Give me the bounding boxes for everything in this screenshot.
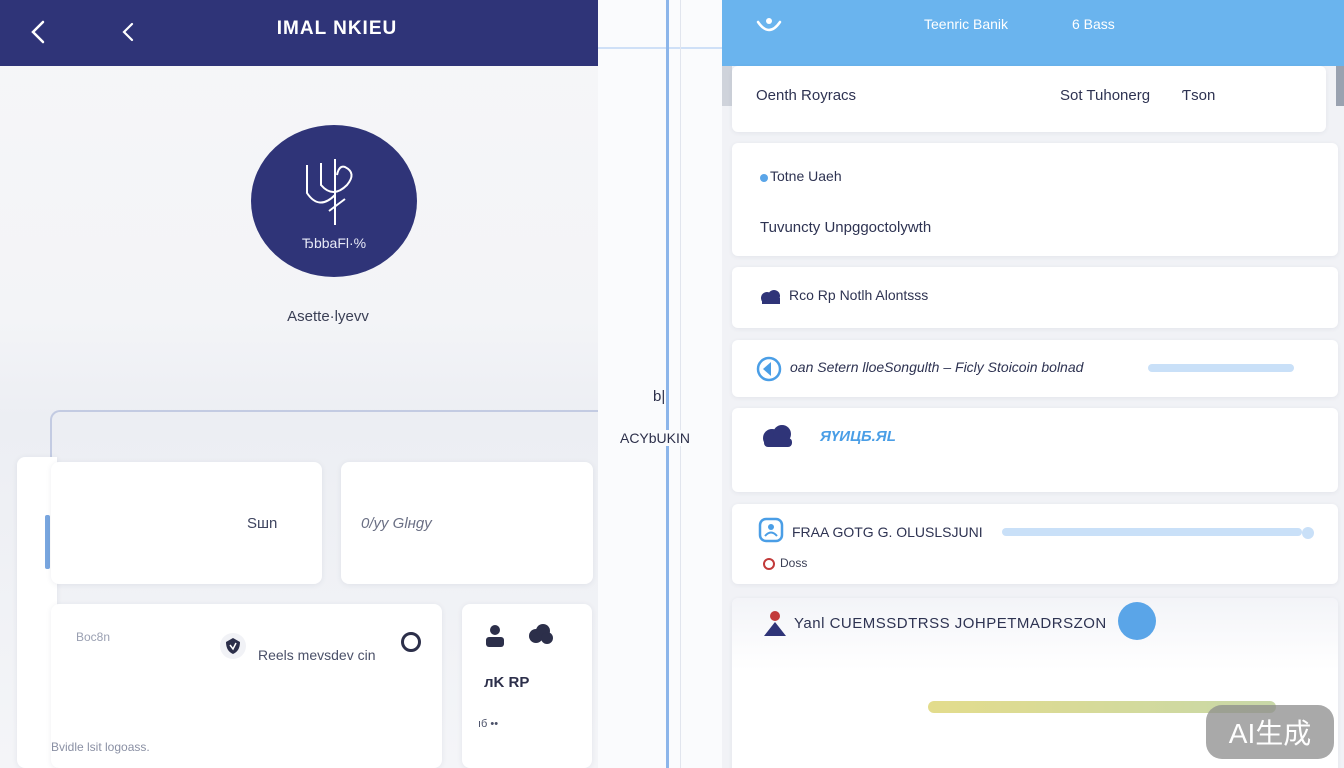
selection-marker: [45, 515, 50, 569]
left-header: IMAL NKIEU: [0, 0, 598, 66]
progress-bar: [1002, 528, 1302, 536]
list-item[interactable]: Rco Rp Notlh Alontsss: [732, 267, 1338, 328]
back-button[interactable]: [20, 14, 56, 50]
cloud-icon: [761, 290, 780, 304]
divider-line: [680, 0, 681, 768]
logo-icon: [306, 159, 353, 225]
watermark-badge: AI生成: [1206, 705, 1334, 759]
list-item[interactable]: oan Setern lloeSongulth – Ficly Stoicoin…: [732, 340, 1338, 397]
list-item-label: ЯҮИЦБ.ЯL: [820, 428, 896, 445]
guide-label: ACYbUKIN: [600, 430, 710, 446]
vertical-guide[interactable]: [666, 0, 669, 768]
avatar[interactable]: ЂbbaFl·%: [251, 125, 417, 277]
slider-knob[interactable]: [1118, 602, 1156, 640]
list-item[interactable]: ЯҮИЦБ.ЯL: [732, 408, 1338, 492]
page-title: IMAL NKIEU: [276, 18, 398, 39]
option-card-b[interactable]: 0/yy Glнgy: [341, 462, 593, 584]
right-panel: Teenric Banik 6 Bass Oenth Royracs Sot T…: [722, 0, 1344, 768]
summary-title: Totne Uaeh: [770, 168, 842, 184]
status-dot: [760, 174, 768, 182]
list-item-label: Rco Rp Notlh Alontsss: [789, 287, 929, 303]
header-row-left: Oenth Royracs: [756, 87, 857, 104]
profile-icon: [758, 517, 784, 543]
radio-button[interactable]: [401, 632, 421, 652]
list-item-sub: Doss: [780, 556, 808, 570]
user-icon: [486, 625, 504, 647]
scrollbar-thumb[interactable]: [1336, 66, 1344, 106]
cloud-icon: [529, 624, 553, 644]
secondary-back-button[interactable]: [110, 14, 146, 50]
settings-row-label: Reels mevsdev cin: [258, 647, 376, 663]
progress-end-dot: [1302, 527, 1314, 539]
right-header: Teenric Banik 6 Bass: [722, 0, 1344, 66]
chevron-left-icon: [122, 22, 134, 42]
list-item-header[interactable]: Oenth Royracs Sot Tuhonerg Ƭson: [732, 66, 1326, 132]
actions-card-label: лK RP: [484, 674, 530, 691]
flower-icon: [763, 558, 775, 570]
header-row-right: Sot Tuhonerg: [1060, 87, 1151, 104]
actions-card[interactable]: лK RP ıб ••: [462, 604, 592, 768]
speaker-icon: [756, 356, 782, 382]
avatar-label: ЂbbaFl·%: [301, 235, 367, 251]
divider-line: [598, 47, 722, 49]
list-item[interactable]: FRAA GOTG G. OLUSLSJUNI Doss: [732, 504, 1338, 584]
summary-subtitle: Tuvuncty Unpggoctolywth: [760, 219, 932, 236]
settings-card-footer: Bvidle lsit logoass.: [51, 740, 150, 754]
option-card-b-label: 0/yy Glнgy: [361, 515, 432, 532]
profile-name: Asette·lyevv: [287, 308, 369, 325]
list-item-label: Yanl CUEMSSDTRSS JOHPETMADRSZON: [794, 615, 1107, 632]
scrollbar-left[interactable]: [722, 66, 732, 106]
option-card-a[interactable]: Sшn: [51, 462, 322, 584]
settings-card: Boc8n Reels mevsdev cin Bvidle lsit logo…: [51, 604, 442, 768]
shield-icon: [220, 633, 246, 659]
option-card-a-label: Sшn: [247, 515, 278, 532]
user-icon: [764, 611, 786, 636]
actions-card-footer: ıб ••: [478, 718, 499, 730]
header-row-dropdown[interactable]: Ƭson: [1182, 87, 1215, 104]
list-item-label: oan Setern lloeSongulth – Ficly Stoicoin…: [790, 359, 1084, 375]
chevron-left-icon: [31, 20, 45, 44]
left-panel: IMAL NKIEU ЂbbaFl·% Asette·lyevv Sшn 0/y…: [0, 0, 598, 768]
list-item-summary[interactable]: Totne Uaeh Tuvuncty Unpggoctolywth: [732, 143, 1338, 256]
smile-icon[interactable]: [754, 8, 784, 38]
section-frame: [50, 410, 598, 470]
header-meta: 6 Bass: [1072, 16, 1115, 32]
guide-handle[interactable]: b|: [653, 388, 665, 405]
header-title: Teenric Banik: [924, 16, 1009, 32]
list-item-label: FRAA GOTG G. OLUSLSJUNI: [792, 524, 983, 540]
settings-card-title: Boc8n: [76, 630, 111, 644]
divider-strip: [598, 0, 722, 768]
cloud-icon: [763, 425, 792, 447]
progress-bar: [1148, 364, 1294, 372]
